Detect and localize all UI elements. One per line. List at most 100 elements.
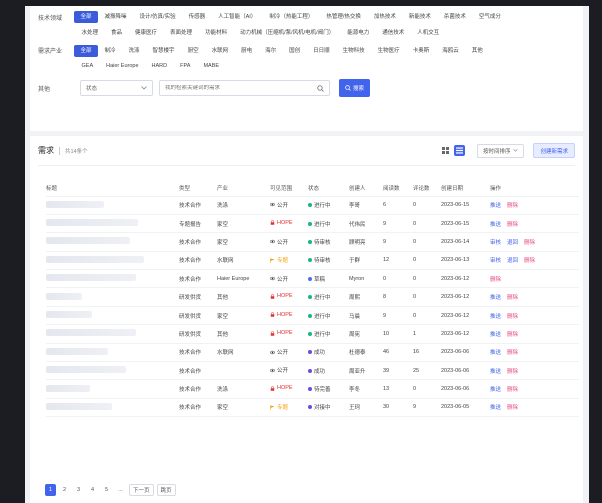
- filter-chip[interactable]: 生物科技: [336, 45, 371, 57]
- row-action-button[interactable]: 删除: [490, 277, 501, 283]
- row-action-button[interactable]: 删除: [524, 240, 535, 246]
- row-action-button[interactable]: 删除: [507, 405, 518, 411]
- status-badge: 成功: [308, 367, 325, 375]
- page-button[interactable]: 4: [87, 484, 98, 496]
- filter-chip[interactable]: MABE: [197, 60, 226, 72]
- row-action-button[interactable]: 推送: [490, 369, 501, 375]
- row-action-button[interactable]: 推送: [490, 295, 501, 301]
- filter-chip[interactable]: 厨空: [181, 45, 205, 57]
- filter-chip[interactable]: 全部: [74, 11, 99, 23]
- table-row[interactable]: 技术合作 洗涤 HOPE 待完善 李冬 13 0 2023-06-06 推送 删除: [46, 379, 579, 399]
- table-row[interactable]: 技术合作 家空 公开 待审核 顾明亮 9 0 2023-06-14 审核 退回 删除: [46, 232, 579, 252]
- filter-chip[interactable]: 其他: [465, 45, 489, 57]
- filter-chip[interactable]: 洗涤: [122, 45, 146, 57]
- visibility-label: 公开: [277, 202, 289, 209]
- table-row[interactable]: 技术合作 水联网 公开 成功 杜德泰 46 16 2023-06-06 推送 删除: [46, 343, 579, 363]
- table-row[interactable]: 技术合作 家空 专题 对接中 王珂 30 9 2023-06-05 推送 删除: [46, 398, 579, 418]
- filter-chip[interactable]: 表面处理: [164, 27, 199, 39]
- filter-chip[interactable]: 智慧楼宇: [146, 45, 181, 57]
- row-action-button[interactable]: 审核: [490, 258, 501, 264]
- status-select[interactable]: 状态: [80, 80, 153, 96]
- filter-chip[interactable]: 新能技术: [402, 11, 437, 23]
- status-badge: 进行中: [308, 293, 331, 301]
- page-button[interactable]: 3: [73, 484, 84, 496]
- filter-chip[interactable]: 全部: [74, 44, 99, 57]
- filter-chip[interactable]: 厨电: [235, 45, 259, 57]
- row-action-button[interactable]: 推送: [490, 314, 501, 320]
- table-row[interactable]: 研发供货 家空 HOPE 进行中 马晨 9 0 2023-06-12 推送 删除: [46, 306, 579, 326]
- row-action-button[interactable]: 删除: [507, 369, 518, 375]
- filter-chip[interactable]: 热管理/热交换: [320, 11, 368, 23]
- table-row[interactable]: 技术合作 Haier Europe 公开 草稿 Myron 0 0 2023-06-12 删除: [46, 269, 579, 289]
- row-action-button[interactable]: 删除: [507, 203, 518, 209]
- filter-chip[interactable]: 能源电力: [341, 27, 376, 39]
- filter-label-other: 其他: [38, 86, 51, 93]
- filter-chip[interactable]: FPA: [174, 60, 197, 72]
- row-action-button[interactable]: 删除: [507, 387, 518, 393]
- grid-view-button[interactable]: [440, 145, 451, 156]
- page-button[interactable]: 5: [101, 484, 112, 496]
- next-page-button[interactable]: 下一页: [129, 484, 154, 496]
- filter-chip[interactable]: 生物医疗: [371, 45, 406, 57]
- search-icon[interactable]: [317, 84, 324, 92]
- search-input[interactable]: [165, 85, 317, 91]
- page-button[interactable]: 2: [59, 484, 70, 496]
- filter-chip[interactable]: 传感器: [182, 11, 212, 23]
- filter-chip[interactable]: 空气成分: [472, 11, 507, 23]
- filter-chip[interactable]: 水处理: [75, 27, 105, 39]
- filter-chip[interactable]: 海鸥云: [436, 45, 466, 57]
- row-comments: 0: [413, 214, 441, 234]
- filter-chip[interactable]: 国创: [283, 45, 307, 57]
- filter-chip[interactable]: 动力机械（压缩机/泵/风机/电机/阀门）: [234, 27, 341, 39]
- row-action-button[interactable]: 删除: [507, 350, 518, 356]
- row-action-button[interactable]: 推送: [490, 203, 501, 209]
- table-row[interactable]: 专题报告 家空 HOPE 进行中 代伟民 9 0 2023-06-15 推送 删除: [46, 214, 579, 234]
- table-row[interactable]: 技术合作 公开 成功 周亚升 39 25 2023-06-06 推送 删除: [46, 361, 579, 381]
- table-row[interactable]: 技术合作 水联网 专题 待审核 于群 12 0 2023-06-13 审核 退回 删除: [46, 251, 579, 271]
- list-view-button[interactable]: [453, 145, 465, 156]
- row-action-button[interactable]: 退回: [507, 240, 518, 246]
- filter-chip[interactable]: 设计/仿真/实验: [133, 11, 182, 23]
- sort-select[interactable]: 按时间排序: [476, 143, 525, 158]
- row-action-button[interactable]: 删除: [507, 295, 518, 301]
- row-action-button[interactable]: 删除: [524, 258, 535, 264]
- filter-chip[interactable]: HARD: [145, 60, 174, 72]
- table-row[interactable]: 研发供货 其他 HOPE 进行中 周宪 10 1 2023-06-12 推送 删除: [46, 324, 579, 344]
- filter-chip[interactable]: GEA: [75, 60, 100, 72]
- filter-chip[interactable]: Haier Europe: [100, 60, 145, 72]
- row-action-button[interactable]: 删除: [507, 314, 518, 320]
- page-button[interactable]: ...: [115, 484, 126, 496]
- filter-chip[interactable]: 功能材料: [199, 27, 234, 39]
- filter-chip[interactable]: 日日顺: [307, 45, 337, 57]
- jump-page-button[interactable]: 跳页: [156, 484, 176, 496]
- row-action-button[interactable]: 退回: [507, 258, 518, 264]
- filter-chip[interactable]: 加热技术: [367, 11, 402, 23]
- row-action-button[interactable]: 推送: [490, 405, 501, 411]
- filter-chip[interactable]: 水联网: [205, 45, 235, 57]
- row-type: 专题报告: [179, 214, 217, 234]
- filter-chip[interactable]: 人机交互: [411, 27, 446, 39]
- table-row[interactable]: 研发供货 其他 HOPE 进行中 周熙 8 0 2023-06-12 推送 删除: [46, 287, 579, 307]
- page-button[interactable]: 1: [45, 484, 56, 496]
- row-action-button[interactable]: 推送: [490, 222, 501, 228]
- filter-chip[interactable]: 食品: [105, 27, 129, 39]
- row-action-button[interactable]: 推送: [490, 350, 501, 356]
- create-requirement-button[interactable]: 创建新需求: [533, 143, 575, 158]
- search-button[interactable]: 搜索: [339, 79, 370, 97]
- filter-chip[interactable]: 卡奥斯: [406, 45, 436, 57]
- filter-chip[interactable]: 减振降噪: [98, 11, 133, 23]
- filter-chip[interactable]: 健康医疗: [129, 27, 164, 39]
- filter-chip[interactable]: 通信技术: [376, 27, 411, 39]
- row-action-button[interactable]: 删除: [507, 222, 518, 228]
- row-action-button[interactable]: 推送: [490, 332, 501, 338]
- filter-chip[interactable]: 杀菌技术: [437, 11, 472, 23]
- filter-chip[interactable]: 制冷（热能工程）: [263, 11, 320, 23]
- filter-chip[interactable]: 人工智能（AI）: [212, 11, 263, 23]
- table-row[interactable]: 技术合作 洗涤 公开 进行中 李哥 6 0 2023-06-15 推送 删除: [46, 196, 579, 215]
- filter-chip[interactable]: 海尔: [259, 45, 283, 57]
- row-action-button[interactable]: 删除: [507, 332, 518, 338]
- filter-chip[interactable]: 制冷: [98, 45, 122, 57]
- row-action-button[interactable]: 审核: [490, 240, 501, 246]
- filter-label-industry: 需求产业: [38, 49, 63, 55]
- row-action-button[interactable]: 推送: [490, 387, 501, 393]
